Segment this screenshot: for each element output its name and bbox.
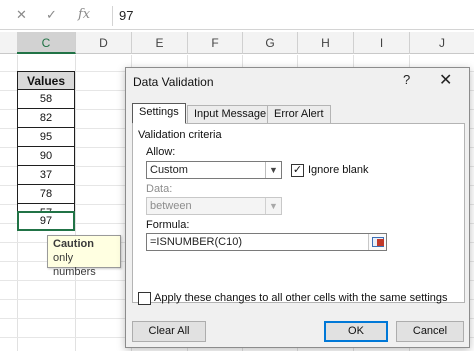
ignore-blank-checkbox[interactable]: ✓ [291,164,304,177]
validation-criteria-heading: Validation criteria [138,129,222,141]
column-header-i[interactable]: I [354,32,410,54]
cancel-button[interactable]: Cancel [396,321,464,342]
formula-label: Formula: [146,219,190,231]
collapse-dialog-icon[interactable] [368,234,386,250]
allow-dropdown[interactable]: Custom ▼ [146,161,282,179]
tooltip-title: Caution [53,238,94,250]
allow-label: Allow: [146,146,176,158]
table-cell[interactable]: 78 [17,185,75,204]
tab-settings[interactable]: Settings [132,103,186,124]
settings-panel: Validation criteria Allow: Custom ▼ ✓ Ig… [132,123,465,303]
values-header-cell[interactable]: Values [17,71,75,90]
data-label: Data: [146,183,173,195]
column-header-g[interactable]: G [243,32,298,54]
formula-field-value: =ISNUMBER(C10) [150,236,242,248]
enter-formula-icon[interactable]: ✓ [46,8,57,22]
chevron-down-icon: ▼ [265,198,281,214]
allow-dropdown-value: Custom [150,164,188,176]
table-cell[interactable]: 58 [17,90,75,109]
formula-bar: ✕ ✓ fx 97 [0,0,474,30]
clear-all-button[interactable]: Clear All [132,321,206,342]
ignore-blank-label[interactable]: Ignore blank [308,164,369,176]
dialog-title: Data Validation [133,75,214,89]
tab-error-alert[interactable]: Error Alert [267,105,331,123]
column-header-f[interactable]: F [188,32,243,54]
column-header-c[interactable]: C [17,32,76,54]
data-dropdown-value: between [150,200,192,212]
ok-button[interactable]: OK [324,321,388,342]
tab-input-message[interactable]: Input Message [187,105,274,123]
data-validation-dialog: Data Validation ? ✕ Settings Input Messa… [125,67,470,348]
table-cell[interactable]: 82 [17,109,75,128]
close-icon[interactable]: ✕ [439,70,452,90]
table-cell[interactable]: 37 [17,166,75,185]
table-cell[interactable]: 90 [17,147,75,166]
chevron-down-icon[interactable]: ▼ [265,162,281,178]
column-header-j[interactable]: J [410,32,474,54]
help-icon[interactable]: ? [403,72,410,87]
table-cell[interactable]: 95 [17,128,75,147]
cancel-formula-icon[interactable]: ✕ [16,8,27,22]
column-headers: C D E F G H I J [0,32,474,54]
column-header-d[interactable]: D [76,32,132,54]
column-header-e[interactable]: E [132,32,188,54]
tooltip-message: only numbers [53,252,96,278]
formula-input[interactable]: 97 [112,6,472,26]
data-dropdown: between ▼ [146,197,282,215]
active-cell[interactable]: 97 [17,211,75,231]
validation-input-tooltip: Caution only numbers [47,235,121,278]
formula-field[interactable]: =ISNUMBER(C10) [146,233,387,251]
insert-function-icon[interactable]: fx [78,8,90,22]
apply-all-label[interactable]: Apply these changes to all other cells w… [154,292,448,304]
grid-line [75,55,76,351]
column-header-h[interactable]: H [298,32,354,54]
apply-all-checkbox[interactable] [138,292,151,305]
